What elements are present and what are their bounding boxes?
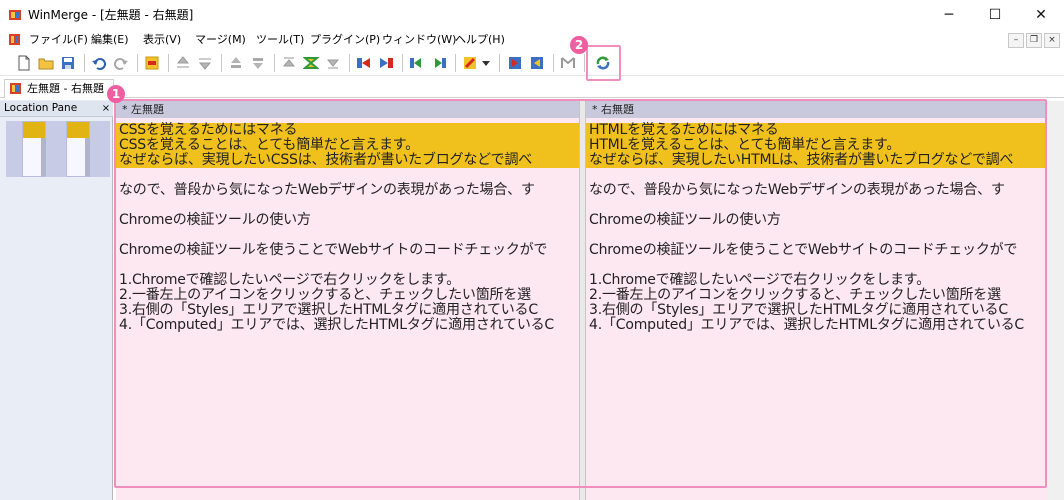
location-bar-left — [22, 121, 46, 177]
diff-line[interactable]: 3.右側の「Styles」エリアで選択したHTMLタグに適用されているC — [119, 303, 538, 318]
menu-bar: ファイル(F) 編集(E) 表示(V) マージ(M) ツール(T) プラグイン(… — [0, 30, 1064, 50]
current-diff-icon[interactable] — [301, 53, 321, 73]
diff-line-changed[interactable]: CSSを覚えるためにはマネる — [119, 123, 298, 138]
menu-view[interactable]: 表示(V) — [143, 32, 181, 48]
diff-line[interactable]: なので、普段から気になったWebデザインの表現があった場合、す — [589, 183, 1005, 198]
diff-line[interactable]: 2.一番左上のアイコンをクリックすると、チェックしたい箇所を選 — [589, 288, 1001, 303]
diff-line-changed[interactable]: CSSを覚えることは、とても簡単だと言えます。 — [119, 138, 419, 153]
last-diff-icon[interactable] — [323, 53, 343, 73]
left-diff-pane[interactable]: CSSを覚えるためにはマネる CSSを覚えることは、とても簡単だと言えます。 なぜな… — [116, 118, 579, 500]
first-diff-icon[interactable] — [142, 53, 162, 73]
diff-line[interactable]: 4.「Computed」エリアでは、選択したHTMLタグに適用されているC — [589, 318, 1024, 333]
prev-diff-icon[interactable] — [173, 53, 193, 73]
compare-icon[interactable] — [558, 53, 578, 73]
diff-line-changed[interactable]: なぜならば、実現したいHTMLは、技術者が書いたブログなどで調べ — [589, 153, 1013, 168]
vertical-scrollbar[interactable] — [1047, 101, 1064, 500]
right-diff-pane[interactable]: HTMLを覚えるためにはマネる HTMLを覚えることは、とても簡単だと言えます。な… — [586, 118, 1047, 500]
refresh-icon[interactable] — [593, 53, 613, 73]
menu-file[interactable]: ファイル(F) — [29, 32, 88, 48]
copy-left-icon[interactable] — [376, 53, 396, 73]
menu-plugins[interactable]: プラグイン(P) — [310, 32, 380, 48]
diff-line[interactable]: 2.一番左上のアイコンをクリックすると、チェックしたい箇所を選 — [119, 288, 531, 303]
copy-left-advance-icon[interactable] — [429, 53, 449, 73]
menu-tools[interactable]: ツール(T) — [256, 32, 304, 48]
all-left-icon[interactable] — [527, 53, 547, 73]
next-conflict-icon[interactable] — [248, 53, 268, 73]
dropdown-icon[interactable] — [480, 53, 492, 73]
menu-help[interactable]: ヘルプ(H) — [455, 32, 505, 48]
prev-conflict-icon[interactable] — [226, 53, 246, 73]
winmerge-app-icon — [9, 10, 21, 20]
redo-icon[interactable] — [111, 53, 131, 73]
copy-right-icon[interactable] — [354, 53, 374, 73]
undo-icon[interactable] — [89, 53, 109, 73]
mdi-minimize-button[interactable]: – — [1008, 33, 1024, 48]
location-pane-close-button[interactable]: × — [100, 101, 112, 116]
document-menu-icon[interactable] — [8, 33, 21, 46]
menu-merge[interactable]: マージ(M) — [195, 32, 246, 48]
location-pane-title: Location Pane — [0, 101, 113, 117]
diff-line[interactable]: 1.Chromeで確認したいページで右クリックをします。 — [589, 273, 930, 288]
open-folder-icon[interactable] — [36, 53, 56, 73]
annotation-badge-2: 2 — [570, 36, 588, 54]
maximize-button[interactable]: ☐ — [972, 0, 1018, 30]
diff-line-changed[interactable]: なぜならば、実現したいCSSは、技術者が書いたブログなどで調べ — [119, 153, 532, 168]
right-pane-header: * 右無題 — [586, 101, 1047, 118]
new-document-icon[interactable] — [14, 53, 34, 73]
minimize-button[interactable]: ─ — [926, 0, 972, 30]
diff-line[interactable]: 1.Chromeで確認したいページで右クリックをします。 — [119, 273, 460, 288]
next-diff-icon[interactable] — [195, 53, 215, 73]
location-bar-right — [66, 121, 90, 177]
diff-line[interactable]: 3.右側の「Styles」エリアで選択したHTMLタグに適用されているC — [589, 303, 1008, 318]
diff-line-changed[interactable]: HTMLを覚えるためにはマネる — [589, 123, 779, 138]
copy-right-advance-icon[interactable] — [407, 53, 427, 73]
window-title: WinMerge - [左無題 - 右無題] — [28, 8, 194, 22]
menu-edit[interactable]: 編集(E) — [91, 32, 129, 48]
diff-line[interactable]: 4.「Computed」エリアでは、選択したHTMLタグに適用されているC — [119, 318, 554, 333]
document-tab-icon — [10, 83, 21, 94]
diff-line[interactable]: なので、普段から気になったWebデザインの表現があった場合、す — [119, 183, 535, 198]
diff-line-changed[interactable]: HTMLを覚えることは、とても簡単だと言えます。 — [589, 138, 900, 153]
save-icon[interactable] — [58, 53, 78, 73]
toolbar — [0, 50, 1064, 76]
annotation-badge-1: 1 — [107, 85, 125, 103]
tab-document[interactable]: 左無題 - 右無題 — [4, 79, 114, 98]
diff-line[interactable]: Chromeの検証ツールを使うことでWebサイトのコードチェックがで — [589, 243, 1017, 258]
diff-line[interactable]: Chromeの検証ツールを使うことでWebサイトのコードチェックがで — [119, 243, 547, 258]
diff-line[interactable]: Chromeの検証ツールの使い方 — [589, 213, 781, 228]
tab-label: 左無題 - 右無題 — [27, 82, 104, 95]
pane-splitter[interactable] — [579, 101, 586, 500]
close-button[interactable]: ✕ — [1018, 0, 1064, 30]
diff-line[interactable]: Chromeの検証ツールの使い方 — [119, 213, 311, 228]
menu-window[interactable]: ウィンドウ(W) — [382, 32, 456, 48]
document-tab-strip — [0, 76, 1064, 98]
location-map[interactable] — [6, 121, 110, 177]
left-pane-header: * 左無題 — [116, 101, 579, 118]
mdi-close-button[interactable]: × — [1044, 33, 1060, 48]
mdi-restore-button[interactable]: ❐ — [1026, 33, 1042, 48]
options-icon[interactable] — [460, 53, 480, 73]
first-conflict-icon[interactable] — [279, 53, 299, 73]
all-right-icon[interactable] — [505, 53, 525, 73]
